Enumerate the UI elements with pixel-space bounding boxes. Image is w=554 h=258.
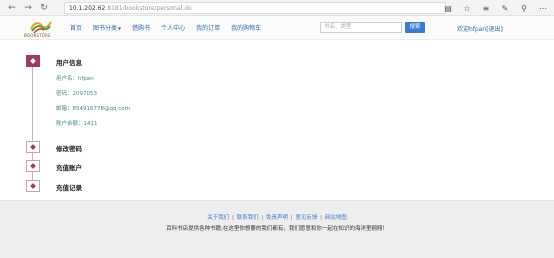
info-balance: 账户余额：1411 <box>56 121 98 127</box>
footer-link-feedback[interactable]: 意见反馈 <box>295 215 317 221</box>
pen-icon[interactable]: ✎ <box>500 4 510 13</box>
arrow-left-icon[interactable]: ← <box>6 2 18 14</box>
search-button[interactable]: 搜索 <box>405 22 425 33</box>
diamond-icon <box>30 183 36 189</box>
url-host: 10.1.202.62 <box>69 4 106 12</box>
footer-link-disclaimer[interactable]: 免责声明 <box>266 215 288 221</box>
separator: | <box>261 215 264 221</box>
section-marker-recharge-history[interactable] <box>26 180 40 192</box>
diamond-icon <box>30 144 36 150</box>
caret-down-icon: ▼ <box>118 26 122 31</box>
reload-icon[interactable]: ↻ <box>38 2 50 14</box>
nav-personal-center[interactable]: 个人中心 <box>161 23 185 32</box>
info-username: 用户名：hfpan <box>56 76 94 82</box>
section-marker-change-password[interactable] <box>26 141 40 153</box>
diamond-icon <box>30 58 36 64</box>
browser-toolbar: ← → ↻ 10.1.202.62:8181/bookstore/persona… <box>0 0 554 16</box>
address-bar[interactable]: 10.1.202.62:8181/bookstore/personal.do <box>64 2 446 14</box>
section-title-user-info[interactable]: 用户信息 <box>56 57 82 67</box>
main-nav: 首页 图书分类▼ 借购书 个人中心 我的订单 我的购物车 <box>70 23 272 32</box>
diamond-icon <box>30 163 36 169</box>
footer: 关于我们 | 联系我们 | 免责声明 | 意见反馈 | 网站地图 百科书店提供各… <box>0 200 554 258</box>
separator: | <box>320 215 322 221</box>
info-password: 密码：2097053 <box>56 91 97 97</box>
nav-cart[interactable]: 我的购物车 <box>231 23 261 32</box>
search-input[interactable]: 书名、类型 <box>320 22 402 33</box>
section-title-recharge[interactable]: 充值账户 <box>56 162 82 172</box>
arrow-right-icon[interactable]: → <box>22 2 34 14</box>
section-title-recharge-history[interactable]: 充值记录 <box>56 182 82 192</box>
url-path: :8181/bookstore/personal.do <box>105 4 192 12</box>
nav-categories[interactable]: 图书分类▼ <box>93 23 121 32</box>
footer-text: 百科书店提供各种书籍,在这里你想要的我们都有，我们愿意和你一起在知识的海洋里翱翔… <box>166 226 388 232</box>
star-icon[interactable]: ☆ <box>462 4 472 13</box>
nav-home[interactable]: 首页 <box>70 23 82 32</box>
separator: | <box>232 215 234 221</box>
logo-text: BOOKSTORE <box>24 33 51 38</box>
section-marker-user-info[interactable] <box>26 55 40 67</box>
nav-categories-label: 图书分类 <box>93 25 118 32</box>
welcome-logout-link[interactable]: 欢迎hfpan[退出] <box>457 24 503 33</box>
browser-actions: ▤ ☆ ≡ ✎ ⚲ ⋯ <box>443 2 548 14</box>
section-marker-recharge[interactable] <box>26 160 40 172</box>
nav-orders[interactable]: 我的订单 <box>196 23 220 32</box>
footer-link-about[interactable]: 关于我们 <box>207 215 229 221</box>
nav-borrow[interactable]: 借购书 <box>132 23 150 32</box>
hub-icon[interactable]: ≡ <box>481 4 491 13</box>
section-title-change-password[interactable]: 修改密码 <box>56 143 82 153</box>
more-icon[interactable]: ⋯ <box>538 4 548 13</box>
footer-link-contact[interactable]: 联系我们 <box>237 215 259 221</box>
info-email: 邮箱：854916778@qq.com <box>56 106 130 112</box>
footer-links: 关于我们 | 联系我们 | 免责声明 | 意见反馈 | 网站地图 <box>0 213 554 221</box>
footer-link-sitemap[interactable]: 网站地图 <box>325 215 347 221</box>
separator: | <box>290 215 293 221</box>
site-header: BOOKSTORE 首页 图书分类▼ 借购书 个人中心 我的订单 我的购物车 书… <box>0 16 554 40</box>
share-icon[interactable]: ⚲ <box>519 4 529 13</box>
reading-view-icon[interactable]: ▤ <box>443 4 453 13</box>
